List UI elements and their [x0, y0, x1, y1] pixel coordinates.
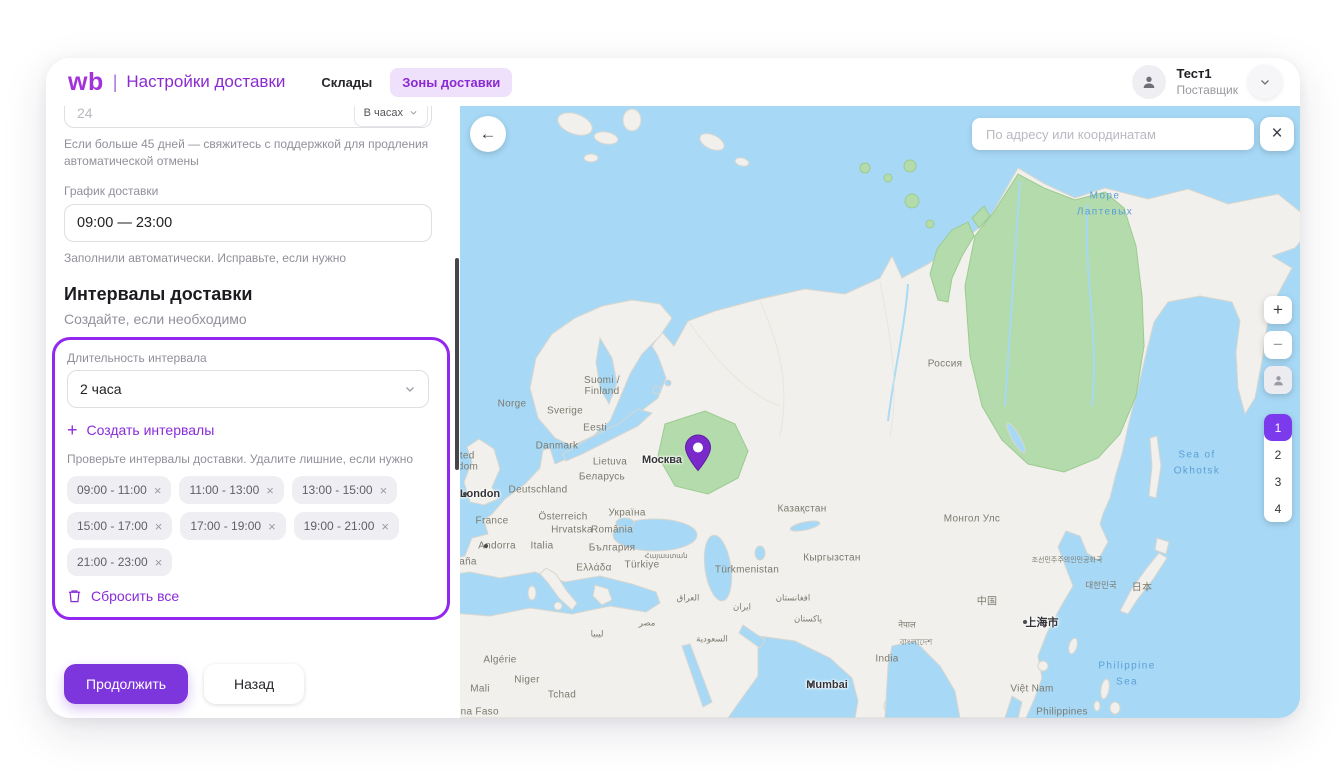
interval-chip[interactable]: 11:00 - 13:00 ×	[179, 476, 283, 504]
hours-unit-select[interactable]: В часах	[354, 106, 428, 127]
user-role: Поставщик	[1176, 83, 1238, 98]
close-icon: ×	[1271, 123, 1282, 145]
zoom-in-button[interactable]: +	[1264, 296, 1292, 324]
map-close-button[interactable]: ×	[1260, 117, 1294, 151]
interval-chip-label: 13:00 - 15:00	[302, 483, 373, 497]
duration-select[interactable]: 2 часа	[67, 370, 429, 408]
schedule-input[interactable]	[64, 204, 432, 242]
tab-склады[interactable]: Склады	[309, 68, 384, 97]
map-search-input[interactable]	[984, 126, 1242, 143]
remove-interval-icon[interactable]: ×	[155, 520, 163, 533]
avatar[interactable]	[1132, 65, 1166, 99]
header-right: Тест1 Поставщик	[1132, 65, 1282, 99]
intervals-subtitle: Создайте, если необходимо	[64, 311, 432, 327]
remove-interval-icon[interactable]: ×	[266, 484, 274, 497]
remove-interval-icon[interactable]: ×	[155, 556, 163, 569]
app-header: wb | Настройки доставки СкладыЗоны доста…	[46, 58, 1300, 106]
chevron-down-icon	[1259, 76, 1271, 88]
location-pin-icon[interactable]	[684, 434, 712, 472]
interval-chip-label: 15:00 - 17:00	[77, 519, 148, 533]
chevron-down-icon	[409, 108, 418, 117]
continue-button[interactable]: Продолжить	[64, 664, 188, 704]
schedule-hint: Заполнили автоматически. Исправьте, если…	[64, 250, 432, 267]
cancel-hours-row: В часах	[64, 106, 432, 128]
interval-chip[interactable]: 21:00 - 23:00 ×	[67, 548, 172, 576]
check-intervals-hint: Проверьте интервалы доставки. Удалите ли…	[67, 451, 429, 468]
nav-tabs: СкладыЗоны доставки	[309, 68, 512, 97]
back-button[interactable]: Назад	[204, 664, 304, 704]
delivery-map[interactable]: Море ЛаптевыхSea of OkhotskPhilippine Se…	[460, 106, 1300, 718]
zoom-level-4[interactable]: 4	[1264, 495, 1292, 522]
create-intervals-link[interactable]: + Создать интервалы	[67, 421, 429, 439]
duration-value: 2 часа	[80, 381, 122, 397]
wb-logo: wb	[68, 70, 104, 95]
interval-chip[interactable]: 09:00 - 11:00 ×	[67, 476, 171, 504]
back-arrow-icon: ←	[480, 124, 497, 144]
trash-icon	[67, 588, 82, 604]
highlight-outline: Длительность интервала 2 часа + Создать …	[52, 337, 450, 620]
map-search	[972, 118, 1254, 150]
plus-icon: +	[67, 421, 78, 439]
remove-interval-icon[interactable]: ×	[268, 520, 276, 533]
interval-chip-label: 09:00 - 11:00	[77, 483, 147, 497]
zoom-level-3[interactable]: 3	[1264, 468, 1292, 495]
remove-interval-icon[interactable]: ×	[380, 484, 388, 497]
user-name: Тест1	[1176, 66, 1238, 82]
user-icon	[1141, 74, 1157, 90]
intervals-title: Интервалы доставки	[64, 284, 432, 305]
interval-chip[interactable]: 13:00 - 15:00 ×	[292, 476, 397, 504]
interval-chip[interactable]: 15:00 - 17:00 ×	[67, 512, 172, 540]
main-window: wb | Настройки доставки СкладыЗоны доста…	[46, 58, 1300, 718]
settings-panel: В часах Если больше 45 дней — свяжитесь …	[46, 106, 460, 718]
remove-interval-icon[interactable]: ×	[381, 520, 389, 533]
page-title: Настройки доставки	[126, 72, 285, 92]
interval-chips: 09:00 - 11:00×11:00 - 13:00×13:00 - 15:0…	[67, 476, 429, 576]
cancel-hint: Если больше 45 дней — свяжитесь с поддер…	[64, 136, 432, 170]
interval-chip[interactable]: 19:00 - 21:00 ×	[294, 512, 399, 540]
user-menu-button[interactable]	[1248, 65, 1282, 99]
locate-button[interactable]	[1264, 366, 1292, 394]
map-back-button[interactable]: ←	[470, 116, 506, 152]
create-intervals-label: Создать интервалы	[87, 422, 215, 438]
hours-unit-value: В часах	[364, 107, 403, 119]
reset-all-link[interactable]: Сбросить все	[67, 588, 429, 604]
duration-label: Длительность интервала	[67, 351, 429, 365]
minus-icon: −	[1273, 335, 1283, 355]
reset-all-label: Сбросить все	[91, 588, 179, 604]
panel-scrollbar[interactable]	[455, 258, 459, 470]
panel-actions: Продолжить Назад	[64, 664, 432, 704]
zoom-level-1[interactable]: 1	[1264, 414, 1292, 441]
map-canvas	[460, 106, 1300, 718]
zoom-level-2[interactable]: 2	[1264, 441, 1292, 468]
interval-chip[interactable]: 17:00 - 19:00 ×	[180, 512, 285, 540]
tab-зоны-доставки[interactable]: Зоны доставки	[390, 68, 512, 97]
remove-interval-icon[interactable]: ×	[154, 484, 162, 497]
plus-icon: +	[1273, 300, 1283, 320]
logo-separator: |	[113, 72, 118, 93]
zoom-level-list: 1234	[1264, 414, 1292, 522]
interval-chip-label: 19:00 - 21:00	[304, 519, 375, 533]
user-meta: Тест1 Поставщик	[1176, 66, 1238, 97]
interval-chip-label: 11:00 - 13:00	[189, 483, 259, 497]
interval-chip-label: 17:00 - 19:00	[190, 519, 261, 533]
zoom-out-button[interactable]: −	[1264, 331, 1292, 359]
schedule-label: График доставки	[64, 184, 432, 198]
interval-chip-label: 21:00 - 23:00	[77, 555, 148, 569]
person-icon	[1272, 374, 1285, 387]
chevron-down-icon	[404, 383, 416, 395]
